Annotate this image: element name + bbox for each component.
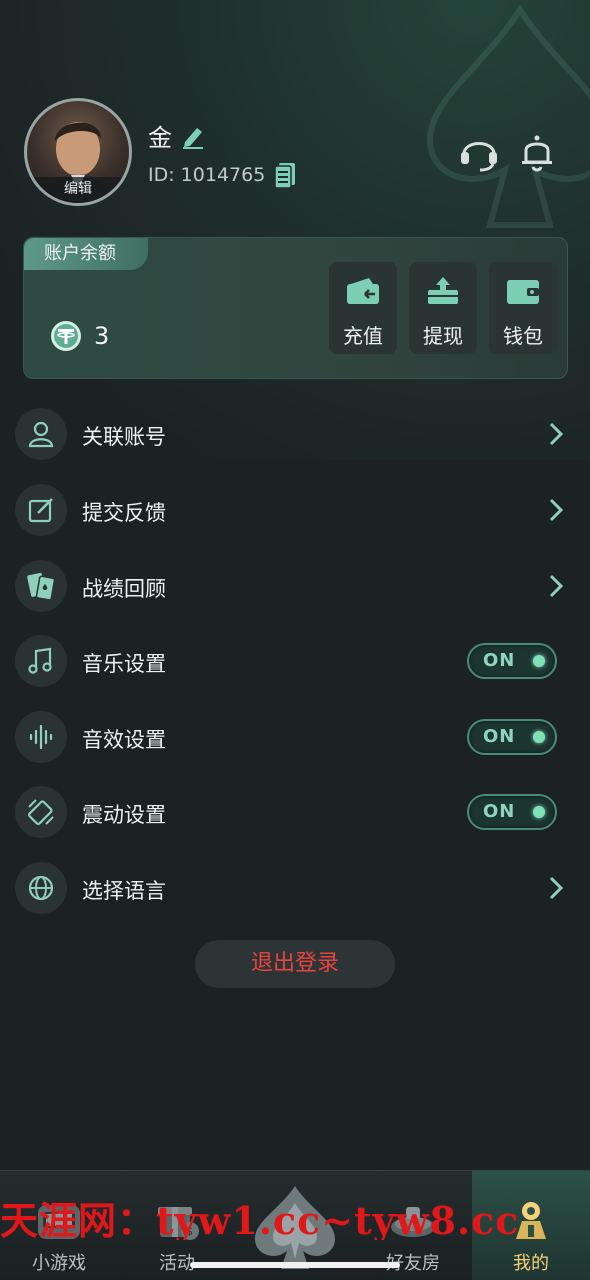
tether-coin-icon (51, 321, 81, 351)
chevron-right-icon (549, 876, 564, 900)
menu-item-label: 音乐设置 (82, 652, 166, 676)
music-note-icon (15, 635, 67, 687)
copy-icon[interactable] (273, 162, 297, 188)
nav-label: 活动 (159, 1253, 195, 1274)
username-row: 金 (148, 118, 206, 153)
menu-item-vibration: 震动设置 ON (0, 777, 590, 847)
sound-effects-toggle[interactable]: ON (467, 719, 557, 755)
cards-icon (15, 560, 67, 612)
nav-label: 小游戏 (32, 1253, 86, 1274)
bell-icon[interactable] (516, 130, 558, 172)
toggle-knob (533, 655, 545, 667)
balance-amount: 3 (94, 322, 110, 350)
menu-item-feedback[interactable]: 提交反馈 (0, 475, 590, 545)
deposit-button[interactable]: 充值 (329, 262, 397, 354)
logout-button[interactable]: 退出登录 (195, 940, 395, 988)
wallet-icon (507, 280, 539, 304)
headset-icon[interactable] (458, 130, 500, 172)
toggle-knob (533, 806, 545, 818)
vibration-icon (15, 786, 67, 838)
menu-item-label: 震动设置 (82, 803, 166, 827)
user-id: ID: 1014765 (148, 164, 266, 186)
chevron-right-icon (549, 574, 564, 598)
home-indicator[interactable] (190, 1262, 400, 1268)
balance-card: 账户余额 3 充值 提现 钱包 (23, 237, 568, 379)
pencil-icon[interactable] (180, 123, 206, 149)
edit-icon (15, 484, 67, 536)
globe-icon (15, 862, 67, 914)
withdraw-label: 提现 (423, 324, 463, 348)
withdraw-tray-icon (428, 277, 458, 304)
avatar-edit-label[interactable]: 编辑 (27, 177, 129, 203)
balance-amount-row: 3 (50, 320, 109, 352)
deposit-label: 充值 (343, 324, 383, 348)
toggle-text: ON (483, 726, 516, 747)
menu-item-label: 音效设置 (82, 728, 166, 752)
menu-item-sound-effects: 音效设置 ON (0, 702, 590, 772)
watermark-text: 天涯网：tyw1.cc~tyw8.cc (0, 1198, 520, 1240)
toggle-text: ON (483, 650, 516, 671)
menu-item-label: 关联账号 (82, 425, 166, 449)
menu-item-label: 提交反馈 (82, 501, 166, 525)
menu-item-label: 战绩回顾 (82, 577, 166, 601)
menu-item-language[interactable]: 选择语言 (0, 853, 590, 923)
spade-watermark-icon (426, 4, 590, 228)
user-icon (15, 408, 67, 460)
balance-tab-label: 账户余额 (24, 238, 148, 270)
user-id-row: ID: 1014765 (148, 162, 297, 188)
deposit-wallet-icon (347, 278, 379, 304)
sound-wave-icon (15, 711, 67, 763)
menu-item-label: 选择语言 (82, 879, 166, 903)
toggle-text: ON (483, 801, 516, 822)
toggle-knob (533, 731, 545, 743)
menu-item-linked-account[interactable]: 关联账号 (0, 399, 590, 469)
avatar[interactable]: 编辑 (24, 98, 132, 206)
music-toggle[interactable]: ON (467, 643, 557, 679)
vibration-toggle[interactable]: ON (467, 794, 557, 830)
chevron-right-icon (549, 422, 564, 446)
menu-item-music: 音乐设置 ON (0, 626, 590, 696)
chevron-right-icon (549, 498, 564, 522)
menu-item-records[interactable]: 战绩回顾 (0, 551, 590, 621)
username: 金 (148, 124, 172, 152)
nav-label: 我的 (513, 1253, 549, 1274)
wallet-label: 钱包 (503, 324, 543, 348)
withdraw-button[interactable]: 提现 (409, 262, 477, 354)
wallet-button[interactable]: 钱包 (489, 262, 557, 354)
